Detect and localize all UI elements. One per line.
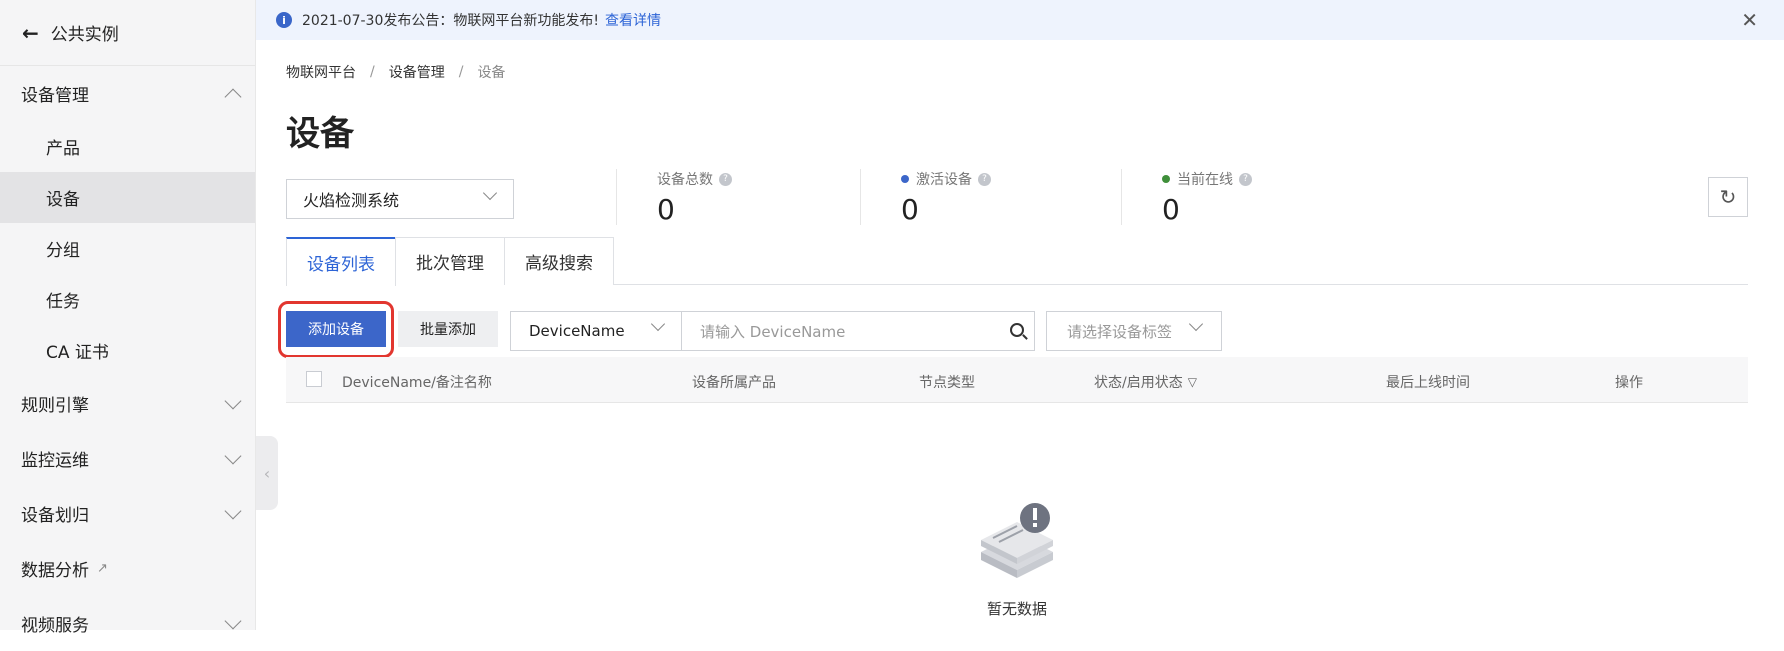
stat-total-devices: 设备总数 ? 0 — [616, 169, 732, 226]
search-field-select[interactable]: DeviceName — [510, 311, 682, 351]
sidebar-group-monitoring[interactable]: 监控运维 — [0, 431, 255, 486]
breadcrumb-current: 设备 — [477, 65, 506, 81]
help-icon[interactable]: ? — [1239, 172, 1252, 186]
sidebar-group-video[interactable]: 视频服务 — [0, 596, 255, 651]
column-header: DeviceName/备注名称 — [342, 375, 492, 391]
select-all-checkbox[interactable] — [306, 371, 322, 387]
tab-batch-management[interactable]: 批次管理 — [395, 237, 505, 285]
toolbar: 添加设备 批量添加 DeviceName 请输入 DeviceName 请选择设… — [278, 293, 1748, 358]
product-select[interactable]: 火焰检测系统 — [286, 179, 514, 219]
stat-value: 0 — [657, 193, 675, 226]
chevron-down-icon — [650, 316, 666, 332]
tab-advanced-search[interactable]: 高级搜索 — [504, 237, 614, 285]
column-header: 操作 — [1615, 375, 1643, 391]
external-link-icon: ↗ — [97, 561, 108, 576]
device-tag-select[interactable]: 请选择设备标签 — [1046, 311, 1222, 351]
column-header: 设备所属产品 — [692, 375, 776, 391]
breadcrumb-item[interactable]: 设备管理 — [389, 62, 445, 82]
column-header: 最后上线时间 — [1386, 375, 1470, 391]
info-icon: i — [276, 12, 292, 28]
batch-add-button[interactable]: 批量添加 — [398, 311, 498, 347]
stat-label: 当前在线 — [1177, 172, 1233, 188]
chevron-up-icon — [224, 88, 242, 105]
table-header: DeviceName/备注名称 设备所属产品 节点类型 状态/启用状态 ▽ 最后… — [286, 357, 1748, 403]
back-label: 公共实例 — [50, 25, 119, 45]
sidebar-group-label: 设备划归 — [21, 506, 89, 526]
chevron-down-icon — [1188, 316, 1204, 332]
breadcrumb-item[interactable]: 物联网平台 — [286, 62, 356, 82]
status-dot-icon — [1162, 175, 1170, 183]
tag-placeholder: 请选择设备标签 — [1067, 322, 1173, 341]
empty-data-icon — [981, 503, 1053, 578]
help-icon[interactable]: ? — [978, 172, 991, 186]
filter-icon[interactable]: ▽ — [1188, 375, 1197, 389]
sidebar-item-ca-cert[interactable]: CA 证书 — [0, 325, 255, 376]
refresh-icon: ↻ — [1719, 185, 1737, 209]
chevron-down-icon — [482, 185, 498, 201]
sidebar-collapse-handle[interactable]: ‹ — [256, 436, 278, 510]
status-dot-icon — [901, 175, 909, 183]
sidebar-group-device-assign[interactable]: 设备划归 — [0, 486, 255, 541]
column-header: 节点类型 — [919, 375, 975, 391]
announcement-bar: i 2021-07-30发布公告：物联网平台新功能发布! 查看详情 ✕ — [256, 0, 1784, 40]
stat-value: 0 — [901, 193, 919, 226]
main-content: 物联网平台 / 设备管理 / 设备 设备 火焰检测系统 设备总数 ? 0 激活设… — [278, 40, 1748, 618]
sidebar-item-product[interactable]: 产品 — [0, 121, 255, 172]
breadcrumb-separator: / — [458, 64, 464, 80]
refresh-button[interactable]: ↻ — [1708, 177, 1748, 217]
stats-row: 火焰检测系统 设备总数 ? 0 激活设备 ? 0 当前在线 ? 0 ↻ — [286, 169, 1748, 237]
sidebar-group-label: 视频服务 — [21, 616, 89, 636]
column-header-status: 状态/启用状态 ▽ — [1094, 372, 1197, 392]
help-icon[interactable]: ? — [719, 172, 732, 186]
sidebar-group-device-management[interactable]: 设备管理 — [0, 66, 255, 121]
chevron-down-icon — [224, 392, 242, 409]
announcement-link[interactable]: 查看详情 — [605, 10, 661, 30]
stat-value: 0 — [1162, 193, 1180, 226]
page-title: 设备 — [286, 114, 354, 154]
sidebar-group-label: 设备管理 — [21, 86, 89, 106]
column-header-label: 状态/启用状态 — [1094, 375, 1183, 391]
empty-state: 暂无数据 — [286, 500, 1748, 619]
sidebar-group-label: 监控运维 — [21, 451, 89, 471]
chevron-down-icon — [224, 447, 242, 464]
chevron-down-icon — [224, 612, 242, 629]
sidebar: ← 公共实例 设备管理 产品 设备 分组 任务 CA 证书 规则引擎 监控运维 … — [0, 0, 256, 636]
highlight-annotation — [278, 301, 394, 358]
stat-activated-devices: 激活设备 ? 0 — [860, 169, 991, 226]
sidebar-group-data-analysis[interactable]: 数据分析 ↗ — [0, 541, 255, 596]
chevron-left-icon: ‹ — [263, 463, 271, 483]
arrow-left-icon: ← — [22, 20, 39, 45]
sidebar-group-label: 规则引擎 — [21, 396, 89, 416]
search-field-value: DeviceName — [529, 322, 625, 340]
sidebar-item-device[interactable]: 设备 — [0, 172, 255, 223]
stat-label: 激活设备 — [916, 172, 972, 188]
stat-online-devices: 当前在线 ? 0 — [1121, 169, 1252, 226]
search-icon[interactable] — [1010, 323, 1024, 337]
breadcrumb-separator: / — [370, 64, 375, 80]
announcement-text: 2021-07-30发布公告：物联网平台新功能发布! — [302, 13, 599, 29]
chevron-down-icon — [224, 502, 242, 519]
sidebar-group-label: 数据分析 — [21, 561, 89, 581]
search-placeholder: 请输入 DeviceName — [700, 322, 846, 341]
stat-label: 设备总数 — [657, 172, 713, 188]
sidebar-item-group[interactable]: 分组 — [0, 223, 255, 274]
search-input[interactable]: 请输入 DeviceName — [681, 311, 1035, 351]
product-select-value: 火焰检测系统 — [303, 191, 400, 210]
empty-state-text: 暂无数据 — [986, 600, 1047, 618]
sidebar-item-task[interactable]: 任务 — [0, 274, 255, 325]
close-icon[interactable]: ✕ — [1741, 8, 1758, 32]
tabs: 设备列表 批次管理 高级搜索 — [286, 237, 1748, 286]
back-link[interactable]: ← 公共实例 — [0, 0, 255, 66]
tab-device-list[interactable]: 设备列表 — [286, 237, 396, 286]
breadcrumb: 物联网平台 / 设备管理 / 设备 — [286, 62, 1748, 82]
sidebar-group-rule-engine[interactable]: 规则引擎 — [0, 376, 255, 431]
